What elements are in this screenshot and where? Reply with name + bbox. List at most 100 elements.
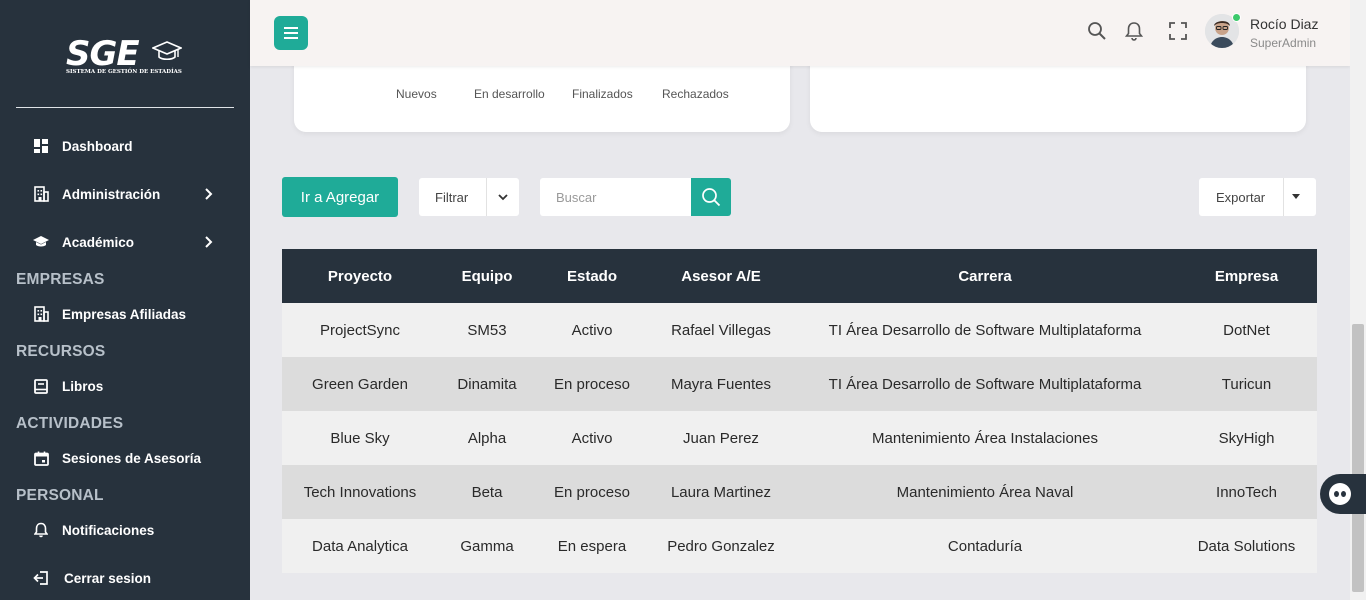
sidebar-item-academico[interactable]: Académico	[0, 222, 250, 262]
export-dropdown[interactable]: Exportar	[1199, 178, 1316, 216]
export-divider	[1283, 178, 1284, 216]
sidebar-item-sesiones-asesoria[interactable]: Sesiones de Asesoría	[0, 438, 250, 478]
sidebar-item-label: Cerrar sesion	[64, 570, 152, 586]
caret-down-icon[interactable]	[1292, 194, 1300, 199]
table-cell: Contaduría	[794, 519, 1176, 573]
table-cell: Data Analytica	[282, 519, 438, 573]
table-cell: Data Solutions	[1176, 519, 1317, 573]
table-cell: Pedro Gonzalez	[648, 519, 794, 573]
table-row[interactable]: ProjectSync SM53 Activo Rafael Villegas …	[282, 303, 1317, 357]
filter-dropdown[interactable]: Filtrar	[419, 178, 519, 216]
fullscreen-icon[interactable]	[1167, 20, 1189, 42]
sidebar: SGE SISTEMA DE GESTIÓN DE ESTADÍAS Dashb…	[0, 0, 250, 600]
table-cell: InnoTech	[1176, 465, 1317, 519]
app-logo[interactable]: SGE SISTEMA DE GESTIÓN DE ESTADÍAS	[64, 34, 188, 82]
projects-table: Proyecto Equipo Estado Asesor A/E Carrer…	[282, 249, 1317, 573]
table-cell: En proceso	[536, 357, 648, 411]
robot-eye	[1334, 491, 1339, 497]
graduation-cap-icon	[32, 233, 50, 251]
table-cell: SM53	[438, 303, 536, 357]
column-header[interactable]: Equipo	[438, 249, 536, 303]
search-icon	[702, 188, 721, 207]
grid-icon	[32, 137, 50, 155]
table-cell: ProjectSync	[282, 303, 438, 357]
chevron-right-icon	[205, 188, 213, 200]
hamburger-icon	[284, 27, 298, 39]
column-header[interactable]: Estado	[536, 249, 648, 303]
table-cell: Gamma	[438, 519, 536, 573]
table-cell: Mayra Fuentes	[648, 357, 794, 411]
filter-label: Filtrar	[435, 190, 469, 205]
table-cell: Rafael Villegas	[648, 303, 794, 357]
building-icon	[32, 185, 50, 203]
sidebar-item-dashboard[interactable]: Dashboard	[0, 126, 250, 166]
chevron-down-icon[interactable]	[495, 189, 511, 205]
table-row[interactable]: Green Garden Dinamita En proceso Mayra F…	[282, 357, 1317, 411]
search-icon[interactable]	[1086, 20, 1108, 42]
sidebar-item-notificaciones[interactable]: Notificaciones	[0, 510, 250, 550]
sidebar-item-administracion[interactable]: Administración	[0, 174, 250, 214]
book-icon	[32, 377, 50, 395]
table-cell: Laura Martinez	[648, 465, 794, 519]
user-name: Rocío Diaz	[1250, 16, 1319, 32]
sidebar-divider	[16, 107, 234, 108]
table-cell: Tech Innovations	[282, 465, 438, 519]
chevron-right-icon	[205, 236, 213, 248]
page-scrollbar-thumb[interactable]	[1352, 324, 1364, 592]
filter-divider	[486, 178, 487, 216]
stat-label-finalizados: Finalizados	[572, 87, 633, 101]
column-header[interactable]: Empresa	[1176, 249, 1317, 303]
table-cell: Blue Sky	[282, 411, 438, 465]
section-title-personal: PERSONAL	[16, 487, 104, 504]
table-cell: DotNet	[1176, 303, 1317, 357]
table-cell: Dinamita	[438, 357, 536, 411]
table-cell: Green Garden	[282, 357, 438, 411]
column-header[interactable]: Proyecto	[282, 249, 438, 303]
table-cell: Activo	[536, 303, 648, 357]
export-label: Exportar	[1216, 190, 1266, 205]
sidebar-item-label: Dashboard	[62, 138, 133, 154]
table-cell: Juan Perez	[648, 411, 794, 465]
table-row[interactable]: Blue Sky Alpha Activo Juan Perez Manteni…	[282, 411, 1317, 465]
stat-label-rechazados: Rechazados	[662, 87, 729, 101]
section-title-empresas: EMPRESAS	[16, 271, 105, 288]
sidebar-item-label: Administración	[62, 186, 161, 202]
building-icon	[32, 305, 50, 323]
table-cell: TI Área Desarrollo de Software Multiplat…	[794, 357, 1176, 411]
logo-subtitle: SISTEMA DE GESTIÓN DE ESTADÍAS	[66, 69, 182, 75]
calendar-icon	[32, 449, 50, 467]
table-cell: Activo	[536, 411, 648, 465]
stat-label-en-desarrollo: En desarrollo	[474, 87, 545, 101]
table-cell: TI Área Desarrollo de Software Multiplat…	[794, 303, 1176, 357]
table-row[interactable]: Data Analytica Gamma En espera Pedro Gon…	[282, 519, 1317, 573]
sidebar-item-label: Académico	[62, 234, 135, 250]
graduation-cap-logo-icon	[152, 41, 182, 61]
user-role: SuperAdmin	[1250, 36, 1317, 50]
sidebar-item-label: Sesiones de Asesoría	[62, 450, 202, 466]
search-button[interactable]	[691, 178, 731, 216]
logout-icon	[32, 569, 50, 587]
search-input[interactable]	[540, 178, 692, 216]
notification-bell-icon[interactable]	[1123, 20, 1145, 42]
robot-icon	[1329, 483, 1351, 505]
logo-text: SGE	[66, 34, 140, 74]
column-header[interactable]: Carrera	[794, 249, 1176, 303]
top-header: Rocío Diaz SuperAdmin	[250, 0, 1350, 66]
stat-label-nuevos: Nuevos	[396, 87, 437, 101]
table-row[interactable]: Tech Innovations Beta En proceso Laura M…	[282, 465, 1317, 519]
sidebar-item-label: Empresas Afiliadas	[62, 306, 187, 322]
sidebar-item-libros[interactable]: Libros	[0, 366, 250, 406]
sidebar-item-label: Libros	[62, 378, 104, 394]
robot-eye	[1341, 491, 1346, 497]
table-cell: Beta	[438, 465, 536, 519]
sidebar-item-cerrar-sesion[interactable]: Cerrar sesion	[0, 558, 250, 598]
sidebar-item-label: Notificaciones	[62, 522, 155, 538]
table-cell: Mantenimiento Área Naval	[794, 465, 1176, 519]
table-header-row: Proyecto Equipo Estado Asesor A/E Carrer…	[282, 249, 1317, 303]
sidebar-item-empresas-afiliadas[interactable]: Empresas Afiliadas	[0, 294, 250, 334]
column-header[interactable]: Asesor A/E	[648, 249, 794, 303]
add-project-button[interactable]: Ir a Agregar	[282, 177, 398, 217]
table-cell: En espera	[536, 519, 648, 573]
chatbot-launcher[interactable]	[1320, 474, 1366, 514]
menu-toggle-button[interactable]	[274, 16, 308, 50]
